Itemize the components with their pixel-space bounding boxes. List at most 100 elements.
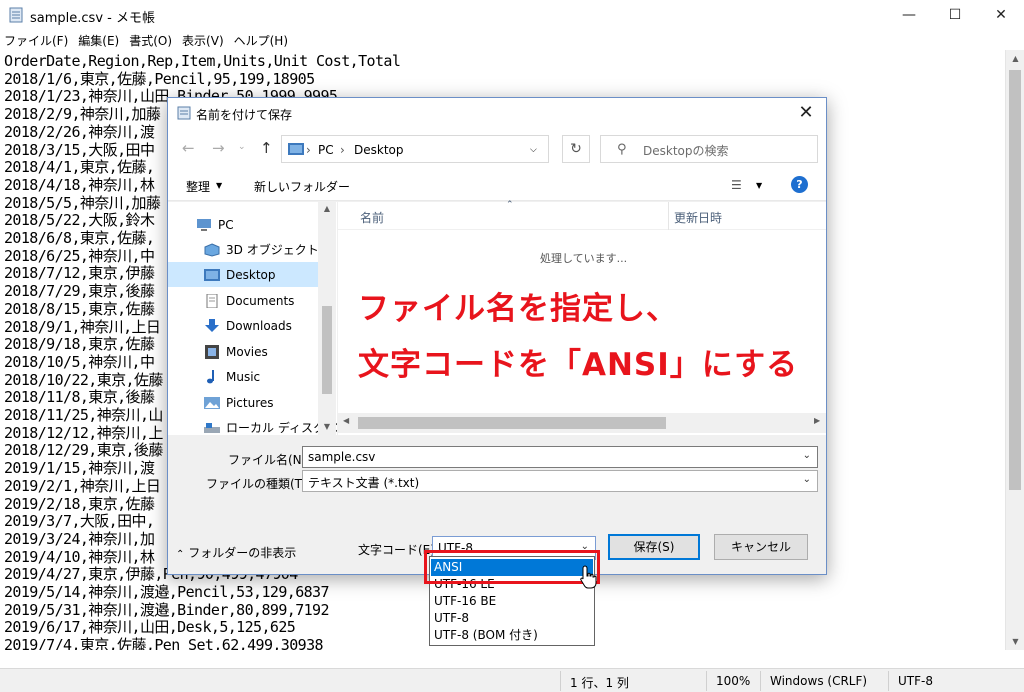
address-bar[interactable]: › PC › Desktop ⌵ xyxy=(281,135,549,163)
close-window-button[interactable]: ✕ xyxy=(978,0,1024,30)
hide-folders-toggle[interactable]: ⌃ フォルダーの非表示 xyxy=(176,544,296,561)
editor-vertical-scrollbar[interactable]: ▲ ▼ xyxy=(1005,50,1024,650)
refresh-button[interactable]: ↻ xyxy=(562,135,590,163)
text-line: 2019/2/1,神奈川,上日 xyxy=(4,476,161,495)
encoding-option-utf16be[interactable]: UTF-16 BE xyxy=(431,593,593,610)
notepad-app-icon xyxy=(9,7,23,23)
dialog-close-button[interactable]: ✕ xyxy=(794,102,818,124)
scroll-down-icon[interactable]: ▼ xyxy=(1006,633,1024,650)
scroll-up-icon[interactable]: ▲ xyxy=(1006,50,1024,67)
chevron-down-icon[interactable]: ⌵ xyxy=(530,145,537,155)
menu-file[interactable]: ファイル(F) xyxy=(4,32,68,49)
view-options-icon[interactable]: ☰ xyxy=(731,178,742,192)
breadcrumb-chevron-icon: › xyxy=(306,143,311,157)
save-button[interactable]: 保存(S) xyxy=(608,534,700,560)
scroll-down-icon[interactable]: ▼ xyxy=(318,422,336,431)
menu-bar: ファイル(F) 編集(E) 書式(O) 表示(V) ヘルプ(H) xyxy=(0,30,1024,50)
filetype-select[interactable]: テキスト文書 (*.txt) ⌄ xyxy=(302,470,818,492)
tree-item-desktop[interactable]: Desktop xyxy=(168,262,318,287)
desktop-folder-icon xyxy=(288,143,304,155)
tree-label: 3D オブジェクト xyxy=(226,243,319,257)
scroll-thumb[interactable] xyxy=(358,417,666,429)
chevron-down-icon[interactable]: ⌄ xyxy=(803,450,811,461)
column-date[interactable]: 更新日時 xyxy=(674,209,722,226)
search-box[interactable]: ⚲ Desktopの検索 xyxy=(600,135,818,163)
text-line: 2018/2/26,神奈川,渡 xyxy=(4,122,155,141)
maximize-button[interactable]: ☐ xyxy=(932,0,978,30)
menu-edit[interactable]: 編集(E) xyxy=(78,32,119,49)
notepad-titlebar: sample.csv - メモ帳 — ☐ ✕ xyxy=(0,0,1024,30)
text-line: 2018/8/15,東京,佐藤 xyxy=(4,299,155,318)
scroll-up-icon[interactable]: ▲ xyxy=(318,204,336,213)
back-arrow-icon[interactable]: ← xyxy=(182,139,195,157)
search-input[interactable]: Desktopの検索 xyxy=(643,142,729,159)
dialog-titlebar: 名前を付けて保存 ✕ xyxy=(168,98,826,129)
new-folder-button[interactable]: 新しいフォルダー xyxy=(254,178,350,195)
text-line: 2018/4/1,東京,佐藤, xyxy=(4,158,155,177)
scroll-thumb[interactable] xyxy=(322,306,332,394)
column-name[interactable]: 名前 xyxy=(360,209,384,226)
status-encoding: UTF-8 xyxy=(898,674,933,688)
text-line: 2018/12/12,神奈川,上 xyxy=(4,423,163,442)
file-list-horizontal-scrollbar[interactable]: ◀ ▶ xyxy=(338,413,826,433)
close-icon: ✕ xyxy=(798,102,814,123)
text-line: 2018/12/29,東京,後藤 xyxy=(4,441,163,460)
cancel-button[interactable]: キャンセル xyxy=(714,534,808,560)
help-button[interactable]: ? xyxy=(791,176,808,193)
menu-help[interactable]: ヘルプ(H) xyxy=(234,32,288,49)
window-title: sample.csv - メモ帳 xyxy=(30,11,155,26)
minimize-button[interactable]: — xyxy=(886,0,932,30)
filename-value: sample.csv xyxy=(308,450,376,464)
annotation-line-1: ファイル名を指定し、 xyxy=(358,291,678,327)
scroll-right-icon[interactable]: ▶ xyxy=(814,416,820,425)
chevron-down-icon[interactable]: ⌄ xyxy=(803,474,811,485)
tree-label: Downloads xyxy=(226,318,292,333)
breadcrumb-pc[interactable]: PC xyxy=(318,143,334,157)
encoding-option-utf8-bom[interactable]: UTF-8 (BOM 付き) xyxy=(431,627,593,644)
chevron-up-icon: ⌃ xyxy=(176,549,185,560)
text-line: 2018/5/5,神奈川,加藤 xyxy=(4,193,161,212)
search-icon: ⚲ xyxy=(617,142,627,157)
sort-chevron-icon: ⌃ xyxy=(506,200,514,210)
text-line: OrderDate,Region,Rep,Item,Units,Unit Cos… xyxy=(4,52,401,70)
chevron-down-icon[interactable]: ▼ xyxy=(216,181,222,190)
text-line: 2018/11/8,東京,後藤 xyxy=(4,388,155,407)
movies-icon xyxy=(205,344,219,359)
text-line: 2018/10/5,神奈川,中 xyxy=(4,352,155,371)
chevron-down-icon[interactable]: ▼ xyxy=(756,181,762,190)
refresh-icon: ↻ xyxy=(570,141,582,157)
status-zoom: 100% xyxy=(716,674,751,688)
text-line: 2018/4/18,神奈川,林 xyxy=(4,175,155,194)
music-note-icon xyxy=(207,369,214,383)
tree-item-pc[interactable]: PC xyxy=(196,212,330,237)
scroll-thumb[interactable] xyxy=(1009,70,1021,490)
menu-view[interactable]: 表示(V) xyxy=(182,32,224,49)
dialog-title: 名前を付けて保存 xyxy=(196,108,293,122)
tree-label: Documents xyxy=(226,293,295,308)
save-as-dialog: 名前を付けて保存 ✕ ← → ⌄ ↑ › PC › Desktop ⌵ ↻ ⚲ … xyxy=(167,97,827,575)
pc-icon xyxy=(197,218,211,231)
encoding-option-utf8[interactable]: UTF-8 xyxy=(431,610,593,627)
tree-label: PC xyxy=(218,217,234,232)
scroll-left-icon[interactable]: ◀ xyxy=(343,416,349,425)
text-line: 2018/1/6,東京,佐藤,Pencil,95,199,18905 xyxy=(4,69,315,88)
notepad-app-icon xyxy=(177,106,191,120)
forward-arrow-icon[interactable]: → xyxy=(212,139,225,157)
text-line: 2018/6/25,神奈川,中 xyxy=(4,246,155,265)
filetype-value: テキスト文書 (*.txt) xyxy=(308,476,420,490)
tree-label: Movies xyxy=(226,344,268,359)
tree-scrollbar[interactable]: ▲ ▼ xyxy=(318,202,336,435)
filetype-label: ファイルの種類(T): xyxy=(206,477,311,491)
text-line: 2018/9/1,神奈川,上日 xyxy=(4,317,161,336)
text-line: 2019/3/24,神奈川,加 xyxy=(4,529,155,548)
up-arrow-icon[interactable]: ↑ xyxy=(260,139,273,157)
text-line: 2018/9/18,東京,佐藤 xyxy=(4,335,155,354)
breadcrumb-desktop[interactable]: Desktop xyxy=(354,143,404,157)
menu-format[interactable]: 書式(O) xyxy=(129,32,172,49)
text-line: 2018/6/8,東京,佐藤, xyxy=(4,229,155,247)
3d-objects-icon xyxy=(204,242,220,257)
organize-button[interactable]: 整理 xyxy=(186,178,210,195)
chevron-down-icon[interactable]: ⌄ xyxy=(238,142,246,152)
tree-label: Pictures xyxy=(226,395,274,410)
filename-input[interactable]: sample.csv ⌄ xyxy=(302,446,818,468)
